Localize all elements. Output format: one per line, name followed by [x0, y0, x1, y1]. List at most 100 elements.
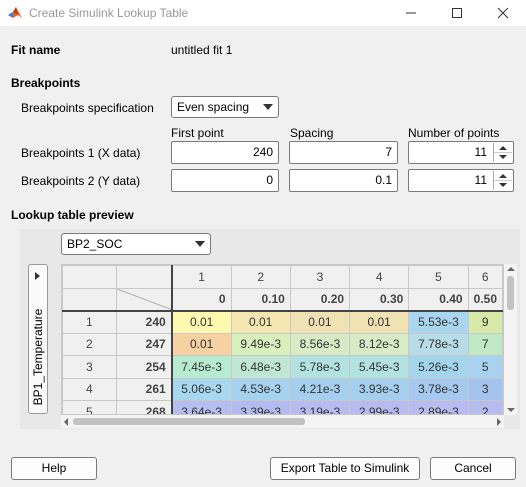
title-bar: Create Simulink Lookup Table: [0, 0, 526, 26]
table-cell: 5.26e-3: [408, 355, 469, 379]
column-breakpoint: 0.10: [230, 287, 291, 311]
row-index: 4: [62, 377, 117, 401]
close-icon: [497, 7, 509, 19]
column-index: 5: [408, 265, 469, 289]
row-breakpoint-label: BP1_Temperature: [31, 308, 45, 406]
row-breakpoint: 247: [115, 332, 173, 356]
bp1-spacing-field[interactable]: 7: [289, 141, 398, 164]
grid-corner-diagonal: [115, 287, 173, 311]
arrow-down-icon: [499, 155, 507, 159]
table-cell: 4.53e-3: [230, 377, 291, 401]
table-cell: 2.89e-3: [408, 400, 469, 414]
table-row: 5 268 3.64e-3 3.39e-3 3.19e-3 2.99e-3 2.89e-3 2: [62, 400, 503, 414]
chevron-down-icon: [195, 241, 205, 247]
table-row: 1 240 0.01 0.01 0.01 0.01 5.53e-3 9: [62, 309, 503, 334]
breakpoints-spec-label: Breakpoints specification: [21, 101, 154, 115]
matlab-icon: [8, 7, 22, 18]
row-breakpoint: 240: [115, 309, 173, 334]
table-cell: 5.53e-3: [408, 309, 469, 334]
horizontal-scrollbar[interactable]: [61, 415, 504, 428]
row-index: 2: [62, 332, 117, 356]
num-points-header: Number of points: [408, 126, 500, 140]
row-breakpoint: 254: [115, 355, 173, 379]
fit-name-value: untitled fit 1: [171, 43, 233, 57]
stepper-down-button[interactable]: [494, 181, 512, 191]
chevron-down-icon: [263, 104, 273, 110]
stepper-up-button[interactable]: [494, 143, 512, 153]
table-cell: 3.39e-3: [230, 400, 291, 414]
first-point-header: First point: [171, 126, 224, 140]
fit-name-label: Fit name: [11, 43, 61, 57]
vertical-scrollbar[interactable]: [504, 264, 517, 415]
spacing-header: Spacing: [290, 126, 334, 140]
maximize-button[interactable]: [434, 0, 480, 26]
column-breakpoint: 0: [170, 287, 232, 311]
column-index: 2: [230, 265, 291, 289]
table-cell: 0.01: [289, 309, 351, 334]
table-cell: 2: [467, 400, 503, 414]
grid-corner: [115, 265, 173, 289]
maximize-icon: [452, 8, 462, 18]
table-cell: 4.21e-3: [289, 377, 351, 401]
column-index: 6: [467, 265, 503, 289]
table-cell: 3.93e-3: [349, 377, 410, 401]
table-cell: 7: [467, 332, 503, 356]
bp1-num-points-value: 11: [474, 145, 487, 159]
help-button[interactable]: Help: [11, 457, 97, 480]
bp2-spacing-field[interactable]: 0.1: [289, 169, 398, 192]
table-cell: 0.01: [349, 309, 410, 334]
close-button[interactable]: [480, 0, 526, 26]
cancel-button[interactable]: Cancel: [430, 457, 516, 480]
table-cell: 8.56e-3: [289, 332, 351, 356]
table-cell: 2.99e-3: [349, 400, 410, 414]
minimize-icon: [406, 12, 416, 14]
table-cell: 7.78e-3: [408, 332, 469, 356]
scroll-up-icon: [507, 267, 515, 271]
column-breakpoint-dropdown[interactable]: BP2_SOC: [61, 233, 211, 255]
row-index: 1: [62, 309, 117, 334]
row-breakpoint-tab[interactable]: BP1_Temperature: [28, 264, 48, 414]
lookup-table-grid: 1 2 3 4 5 6 0 0.10 0.20 0.30 0.40 0.50 1…: [61, 264, 504, 415]
export-to-simulink-button[interactable]: Export Table to Simulink: [270, 457, 420, 480]
stepper-down-button[interactable]: [494, 153, 512, 163]
chevron-right-icon: [35, 272, 40, 280]
arrow-up-icon: [499, 146, 507, 150]
window-title: Create Simulink Lookup Table: [29, 6, 189, 20]
bp1-first-point-field[interactable]: 240: [171, 141, 279, 164]
column-index: 4: [349, 265, 410, 289]
minimize-button[interactable]: [388, 0, 434, 26]
table-cell: 5.06e-3: [170, 377, 232, 401]
scroll-left-icon: [64, 418, 68, 426]
row-index: 5: [62, 400, 117, 414]
table-cell: 5.78e-3: [289, 355, 351, 379]
stepper-buttons: [493, 171, 512, 190]
table-cell: 3: [467, 377, 503, 401]
breakpoints-section-label: Breakpoints: [11, 76, 81, 90]
stepper-up-button[interactable]: [494, 171, 512, 181]
table-row: 4 261 5.06e-3 4.53e-3 4.21e-3 3.93e-3 3.78e-3 3: [62, 377, 503, 401]
bp2-num-points-value: 11: [474, 173, 487, 187]
table-row: 2 247 0.01 9.49e-3 8.56e-3 8.12e-3 7.78e-3 7: [62, 332, 503, 356]
bp2-num-points-stepper[interactable]: 11: [408, 169, 514, 192]
table-cell: 3.64e-3: [170, 400, 232, 414]
grid-corner: [62, 287, 117, 311]
column-index: 3: [289, 265, 351, 289]
bp2-first-point-field[interactable]: 0: [171, 169, 279, 192]
table-row: 3 254 7.45e-3 6.48e-3 5.78e-3 5.45e-3 5.26e-3 5: [62, 355, 503, 379]
column-index: 1: [170, 265, 232, 289]
breakpoints-2-label: Breakpoints 2 (Y data): [21, 174, 141, 188]
grid-corner: [62, 265, 117, 289]
table-cell: 0.01: [170, 332, 232, 356]
vertical-scroll-thumb[interactable]: [507, 276, 514, 310]
stepper-buttons: [493, 143, 512, 162]
table-cell: 9: [467, 309, 503, 334]
table-cell: 5.45e-3: [349, 355, 410, 379]
breakpoints-spec-dropdown[interactable]: Even spacing: [171, 96, 279, 118]
table-cell: 5: [467, 355, 503, 379]
arrow-up-icon: [499, 174, 507, 178]
scroll-right-icon: [497, 418, 501, 426]
horizontal-scroll-thumb[interactable]: [73, 418, 305, 425]
column-breakpoint-value: BP2_SOC: [67, 237, 123, 251]
column-breakpoint: 0.40: [408, 287, 469, 311]
bp1-num-points-stepper[interactable]: 11: [408, 141, 514, 164]
